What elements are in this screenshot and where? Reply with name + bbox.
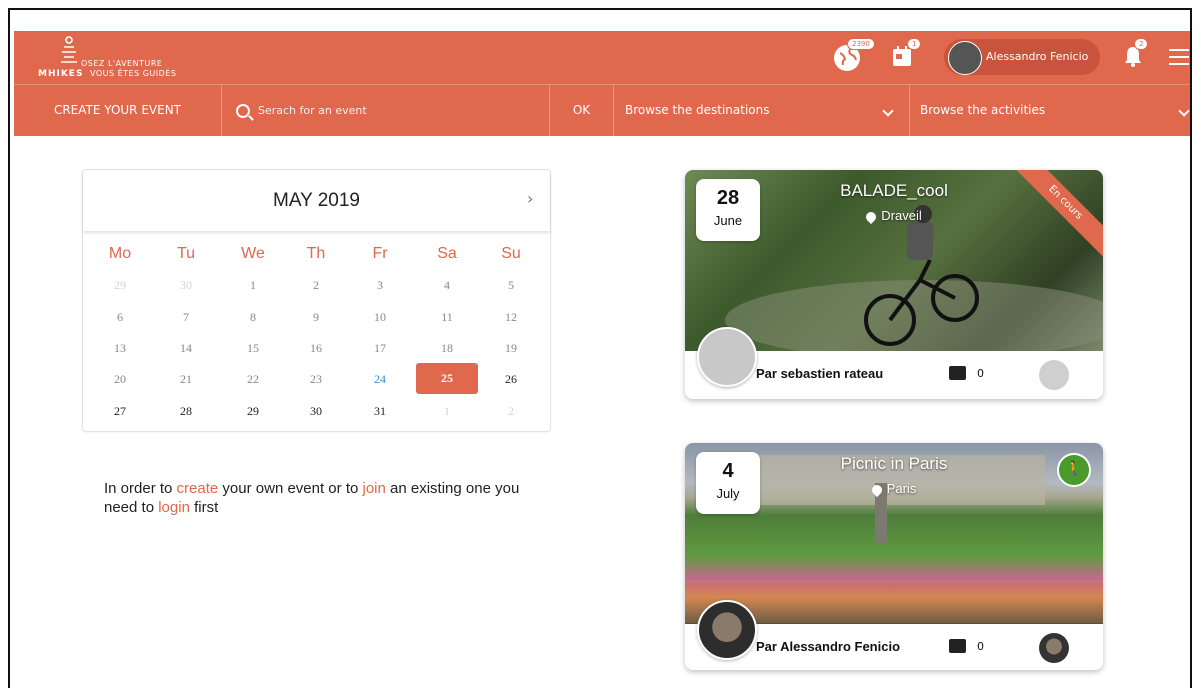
weekday-label: Th [306, 245, 326, 262]
weekday-label: Sa [437, 245, 457, 262]
create-event-button[interactable]: CREATE YOUR EVENT [14, 85, 222, 136]
calendar-day[interactable]: 1 [231, 278, 275, 293]
calendar-day[interactable]: 2 [294, 278, 338, 293]
chevron-down-icon [1178, 105, 1190, 117]
location-pin-icon [869, 482, 884, 497]
calendar-day[interactable]: 9 [294, 310, 338, 325]
calendar-day[interactable]: 5 [489, 278, 533, 293]
calendar-day[interactable]: 21 [164, 372, 208, 387]
weekday-label: We [241, 245, 265, 262]
comment-count: 0 [977, 367, 984, 380]
notification-badge: 2 [1134, 38, 1149, 50]
event-author[interactable]: Par sebastien rateau [756, 366, 883, 381]
user-name: Alessandro Fenicio [986, 50, 1089, 63]
location-text: Paris [886, 481, 917, 496]
author-avatar[interactable] [697, 600, 757, 660]
search-ok-button[interactable]: OK [550, 85, 614, 136]
calendar-day[interactable]: 6 [98, 310, 142, 325]
calendar-day[interactable]: 25 [416, 363, 478, 394]
activities-label: Browse the activities [920, 103, 1046, 117]
weekday-label: Tu [176, 245, 196, 262]
calendar-day[interactable]: 15 [231, 341, 275, 356]
login-message: In order to create your own event or to … [104, 479, 544, 517]
calendar-day[interactable]: 16 [294, 341, 338, 356]
event-card[interactable]: En cours 28 June BALADE_cool Draveil Par… [685, 170, 1103, 399]
event-card[interactable]: 🚶 4 July Picnic in Paris Paris Par Aless… [685, 443, 1103, 670]
chevron-down-icon [882, 105, 894, 117]
calendar-badge: 1 [907, 38, 922, 50]
event-calendar: MAY 2019 › Mo Tu We Th Fr Sa Su 29 30 1 2 3 4 5 6 7 8 9 10… [82, 169, 551, 432]
tagline-bottom: VOUS ÊTES GUIDÉS [90, 69, 177, 78]
calendar-day[interactable]: 10 [358, 310, 402, 325]
calendar-day[interactable]: 3 [358, 278, 402, 293]
message-text: In order to [104, 480, 177, 497]
calendar-day[interactable]: 31 [358, 404, 402, 419]
sub-nav: CREATE YOUR EVENT Serach for an event OK… [14, 84, 1190, 136]
location-text: Draveil [881, 208, 922, 223]
activities-dropdown[interactable]: Browse the activities [910, 85, 1190, 136]
event-location: Draveil [685, 208, 1103, 224]
location-pin-icon [864, 209, 879, 224]
user-menu[interactable]: Alessandro Fenicio [944, 39, 1100, 75]
message-text: first [189, 499, 219, 516]
brand-name: MHIKES [38, 69, 84, 79]
calendar-day[interactable]: 29 [231, 404, 275, 419]
calendar-day: 30 [180, 278, 192, 292]
calendar-day[interactable]: 19 [489, 341, 533, 356]
search-input[interactable]: Serach for an event [222, 85, 550, 136]
calendar-day[interactable]: 20 [98, 372, 142, 387]
weekday-label: Mo [108, 245, 132, 262]
comment-icon[interactable] [949, 366, 966, 380]
message-text: your own event or to [218, 480, 363, 497]
calendar-day[interactable]: 8 [231, 310, 275, 325]
calendar-day[interactable]: 24 [358, 372, 402, 387]
calendar-header: MAY 2019 › [83, 170, 550, 231]
logo[interactable]: OSEZ L'AVENTURE MHIKES VOUS ÊTES GUIDÉS [38, 36, 208, 80]
calendar-month-title: MAY 2019 [273, 190, 360, 211]
destinations-dropdown[interactable]: Browse the destinations [614, 85, 910, 136]
calendar-day[interactable]: 30 [294, 404, 338, 419]
calendar-day[interactable]: 26 [489, 372, 533, 387]
globe-badge: 2390 [847, 38, 875, 50]
calendar-day[interactable]: 23 [294, 372, 338, 387]
calendar-day[interactable]: 4 [425, 278, 469, 293]
author-avatar[interactable] [697, 327, 757, 387]
participant-avatar[interactable] [1039, 360, 1069, 390]
calendar-day[interactable]: 27 [98, 404, 142, 419]
comment-icon[interactable] [949, 639, 966, 653]
event-location: Paris [685, 481, 1103, 497]
weekday-label: Fr [372, 245, 388, 262]
event-title[interactable]: BALADE_cool [685, 181, 1103, 201]
calendar-day[interactable]: 18 [425, 341, 469, 356]
calendar-day[interactable]: 28 [164, 404, 208, 419]
event-title[interactable]: Picnic in Paris [685, 454, 1103, 474]
calendar-day[interactable]: 13 [98, 341, 142, 356]
participant-avatar[interactable] [1039, 633, 1069, 663]
event-author[interactable]: Par Alessandro Fenicio [756, 639, 900, 654]
top-bar: OSEZ L'AVENTURE MHIKES VOUS ÊTES GUIDÉS … [14, 31, 1190, 84]
login-link[interactable]: login [158, 499, 190, 516]
search-icon [236, 103, 250, 118]
create-link[interactable]: create [177, 480, 219, 497]
weekday-label: Su [501, 245, 521, 262]
calendar-day[interactable]: 7 [164, 310, 208, 325]
comment-count: 0 [977, 640, 984, 653]
destinations-label: Browse the destinations [625, 103, 770, 117]
calendar-day[interactable]: 22 [231, 372, 275, 387]
hamburger-menu-icon[interactable] [1169, 49, 1189, 65]
tagline-top: OSEZ L'AVENTURE [81, 59, 163, 68]
logo-icon [61, 36, 77, 63]
search-placeholder: Serach for an event [258, 104, 367, 117]
avatar [948, 41, 982, 75]
next-month-button[interactable]: › [527, 189, 533, 208]
calendar-day: 1 [444, 404, 450, 418]
calendar-day[interactable]: 14 [164, 341, 208, 356]
join-link[interactable]: join [363, 480, 386, 497]
calendar-day: 29 [114, 278, 126, 292]
calendar-day: 2 [508, 404, 514, 418]
calendar-day[interactable]: 12 [489, 310, 533, 325]
calendar-day[interactable]: 17 [358, 341, 402, 356]
calendar-day[interactable]: 11 [425, 310, 469, 325]
